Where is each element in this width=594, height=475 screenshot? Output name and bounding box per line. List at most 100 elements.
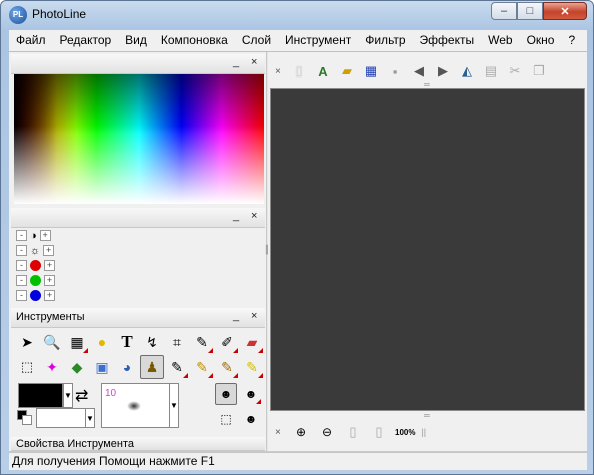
- dodge-tool-icon[interactable]: ✎: [190, 355, 214, 379]
- toolbar-collapse-button[interactable]: ×: [275, 66, 285, 77]
- arrow-tool-icon[interactable]: ➤: [15, 330, 39, 354]
- layer-mask-icon[interactable]: ☻: [240, 408, 262, 430]
- tool-props-title: Свойства Инструмента: [16, 438, 135, 450]
- background-dropdown[interactable]: ▼: [85, 408, 95, 428]
- transform-tool-icon[interactable]: ▦: [65, 330, 89, 354]
- menu-effects[interactable]: Эффекты: [413, 30, 482, 51]
- view-toolbar-collapse-button[interactable]: ×: [275, 427, 285, 438]
- zoom-level[interactable]: 100%: [395, 428, 415, 437]
- fit-page-icon[interactable]: ▯: [343, 422, 363, 442]
- minimize-button[interactable]: –: [491, 2, 517, 20]
- adjust-panel-close[interactable]: ×: [251, 210, 257, 222]
- maximize-button[interactable]: □: [517, 2, 543, 20]
- increase-button[interactable]: +: [43, 245, 55, 256]
- sponge-tool-icon[interactable]: ✎: [240, 355, 264, 379]
- eraser-tool-icon[interactable]: ▰: [240, 330, 264, 354]
- title-bar[interactable]: PL PhotoLine – □ ✕: [1, 1, 593, 29]
- smudge-tool-icon[interactable]: ✎: [165, 355, 189, 379]
- bucket-tool-icon[interactable]: ◕: [115, 355, 139, 379]
- burn-tool-icon[interactable]: ✎: [215, 355, 239, 379]
- save-icon[interactable]: ▪: [385, 61, 405, 81]
- menu-filter[interactable]: Фильтр: [358, 30, 412, 51]
- brush-size-label: 10: [105, 388, 117, 399]
- tools-panel-close[interactable]: ×: [251, 310, 257, 322]
- eyedropper-tool-icon[interactable]: ✎: [190, 330, 214, 354]
- decrease-button[interactable]: -: [16, 260, 27, 271]
- print-icon[interactable]: ▤: [481, 61, 501, 81]
- default-bg-swatch[interactable]: [22, 415, 32, 425]
- browser-icon[interactable]: ▦: [361, 61, 381, 81]
- swap-colors-icon[interactable]: ⇄: [75, 386, 88, 406]
- increase-button[interactable]: +: [39, 230, 51, 241]
- mask-edit-icon[interactable]: ☻: [240, 383, 262, 405]
- menu-help[interactable]: ?: [561, 30, 582, 51]
- menu-file[interactable]: Файл: [9, 30, 53, 51]
- brush-preview[interactable]: 10: [101, 383, 171, 428]
- app-window: PL PhotoLine – □ ✕ Файл Редактор Вид Ком…: [0, 0, 594, 475]
- adjust-row-brightness: - ☼ +: [16, 243, 55, 258]
- brush-tool-icon[interactable]: ✐: [215, 330, 239, 354]
- stamp-tool-icon[interactable]: ♟: [140, 355, 164, 379]
- new-document-icon[interactable]: ▯: [289, 61, 309, 81]
- background-color-swatch[interactable]: [36, 408, 86, 428]
- menu-window[interactable]: Окно: [520, 30, 562, 51]
- decrease-button[interactable]: -: [16, 245, 27, 256]
- scanner-icon[interactable]: ◭: [457, 61, 477, 81]
- forward-arrow-icon[interactable]: ▶: [433, 61, 453, 81]
- tools-panel-minimize[interactable]: _: [233, 310, 239, 322]
- document-canvas[interactable]: [270, 88, 585, 411]
- adjust-row-contrast: - ◑ +: [16, 228, 51, 243]
- splitter-grip-icon: ║: [264, 245, 270, 254]
- adjust-panel-header: _ ×: [11, 208, 265, 228]
- tools-panel-title: Инструменты: [16, 311, 85, 323]
- actual-size-icon[interactable]: ▯: [369, 422, 389, 442]
- zoom-out-icon[interactable]: ⊖: [317, 422, 337, 442]
- new-text-icon[interactable]: A: [313, 61, 333, 81]
- menu-layout[interactable]: Компоновка: [154, 30, 235, 51]
- fill-tool-icon[interactable]: ◆: [65, 355, 89, 379]
- cut-icon[interactable]: ✂: [505, 61, 525, 81]
- decrease-button[interactable]: -: [16, 290, 27, 301]
- foreground-dropdown[interactable]: ▼: [63, 383, 73, 408]
- open-folder-icon[interactable]: ▰: [337, 61, 357, 81]
- client-area: _ × _ × - ◑ + - ☼ + - + - + - + Инструме…: [9, 52, 587, 451]
- decrease-button[interactable]: -: [16, 230, 27, 241]
- menu-view[interactable]: Вид: [118, 30, 154, 51]
- color-panel-close[interactable]: ×: [251, 56, 257, 68]
- contrast-icon: ◑: [30, 229, 37, 242]
- status-bar: Для получения Помощи нажмите F1: [9, 452, 587, 470]
- brightness-icon: ☼: [30, 244, 41, 257]
- adjust-panel-minimize[interactable]: _: [233, 210, 239, 222]
- text-tool-icon[interactable]: T: [115, 330, 139, 354]
- brush-dropdown[interactable]: ▼: [169, 383, 179, 428]
- window-title: PhotoLine: [32, 7, 87, 21]
- gradient-tool-icon[interactable]: ▣: [90, 355, 114, 379]
- menu-edit[interactable]: Редактор: [53, 30, 119, 51]
- selection-mask-icon[interactable]: ⬚: [215, 408, 237, 430]
- green-channel-icon: [30, 275, 41, 286]
- increase-button[interactable]: +: [44, 275, 55, 286]
- zoom-in-icon[interactable]: ⊕: [291, 422, 311, 442]
- path-tool-icon[interactable]: ↯: [140, 330, 164, 354]
- close-button[interactable]: ✕: [543, 2, 587, 20]
- magic-wand-tool-icon[interactable]: ✦: [40, 355, 64, 379]
- back-arrow-icon[interactable]: ◀: [409, 61, 429, 81]
- adjust-row-green: - +: [16, 273, 55, 288]
- menu-layer[interactable]: Слой: [235, 30, 278, 51]
- color-spectrum-shade: [14, 74, 264, 134]
- menu-web[interactable]: Web: [481, 30, 519, 51]
- crop-tool-icon[interactable]: ⌗: [165, 330, 189, 354]
- mask-mode-icon[interactable]: ☻: [215, 383, 237, 405]
- increase-button[interactable]: +: [44, 260, 55, 271]
- foreground-color-swatch[interactable]: [18, 383, 63, 408]
- ellipse-tool-icon[interactable]: ●: [90, 330, 114, 354]
- menu-tool[interactable]: Инструмент: [278, 30, 358, 51]
- color-panel-minimize[interactable]: _: [233, 56, 239, 68]
- marquee-tool-icon[interactable]: ⬚: [15, 355, 39, 379]
- menu-bar: Файл Редактор Вид Компоновка Слой Инстру…: [9, 30, 587, 51]
- zoom-tool-icon[interactable]: 🔍: [40, 330, 64, 354]
- decrease-button[interactable]: -: [16, 275, 27, 286]
- copy-icon[interactable]: ❐: [529, 61, 549, 81]
- increase-button[interactable]: +: [44, 290, 55, 301]
- zoom-separator: ||: [421, 427, 427, 437]
